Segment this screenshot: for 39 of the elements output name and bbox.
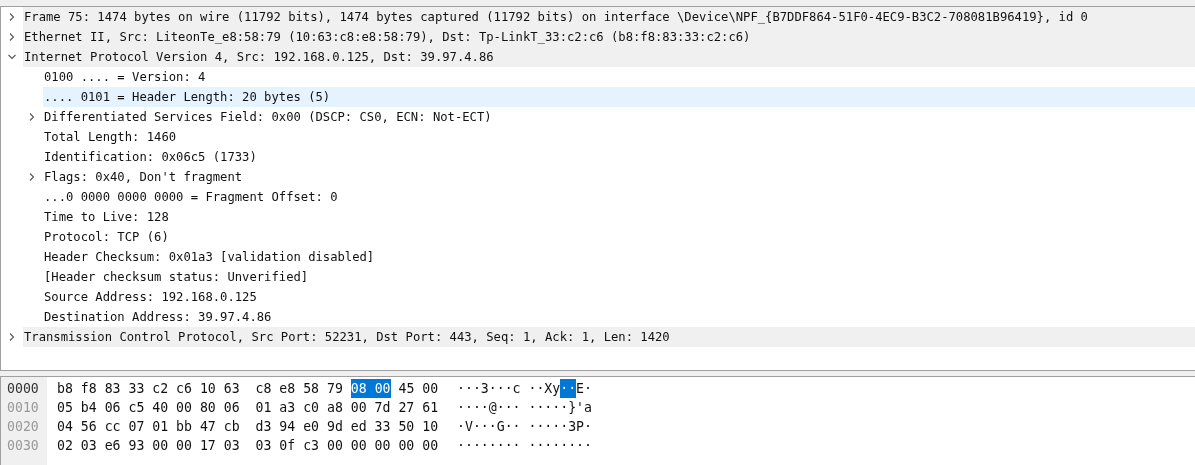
tree-item[interactable]: Differentiated Services Field: 0x00 (DSCP: CS0, ECN: Not-ECT) <box>43 107 1195 127</box>
hex-bytes[interactable]: 05 b4 06 c5 40 00 80 06 01 a3 c0 a8 00 7d 27 61 <box>57 398 439 417</box>
tree-item[interactable]: Internet Protocol Version 4, Src: 192.168.0.125, Dst: 39.97.4.86 <box>23 47 1195 67</box>
tree-item[interactable]: Identification: 0x06c5 (1733) <box>43 147 1195 167</box>
hex-bytes[interactable]: b8 f8 83 33 c2 c6 10 63 c8 e8 58 79 <box>57 379 343 398</box>
chevron-right-icon[interactable] <box>27 172 37 182</box>
tree-item[interactable]: [Header checksum status: Unverified] <box>43 267 1195 287</box>
hex-bytes[interactable]: 02 03 e6 93 00 00 17 03 03 0f c3 00 00 00 00 00 <box>57 436 439 455</box>
tree-item[interactable]: 0100 .... = Version: 4 <box>43 67 1195 87</box>
byte-offset: 0030 <box>7 437 40 455</box>
chevron-right-icon[interactable] <box>7 12 17 22</box>
ascii-text[interactable]: E· <box>576 379 592 398</box>
tree-item[interactable]: Flags: 0x40, Don't fragment <box>43 167 1195 187</box>
hex-bytes[interactable]: 45 00 <box>398 379 439 398</box>
chevron-right-icon[interactable] <box>27 112 37 122</box>
byte-offset: 0000 <box>7 380 40 398</box>
chevron-right-icon[interactable] <box>7 32 17 42</box>
byte-offset: 0010 <box>7 399 40 417</box>
tree-item[interactable]: Transmission Control Protocol, Src Port: 52231, Dst Port: 443, Seq: 1, Ack: 1, Len: 1420 <box>23 327 1195 347</box>
tree-item[interactable]: ...0 0000 0000 0000 = Fragment Offset: 0 <box>43 187 1195 207</box>
ascii-text[interactable]: ···3···c ··Xy <box>457 379 561 398</box>
ascii-text[interactable]: ········ ········ <box>457 436 592 455</box>
hex-bytes[interactable]: 04 56 cc 07 01 bb 47 cb d3 94 e0 9d ed 33 50 10 <box>57 417 439 436</box>
tree-item[interactable]: Destination Address: 39.97.4.86 <box>43 307 1195 327</box>
tree-item[interactable]: Protocol: TCP (6) <box>43 227 1195 247</box>
ascii-text[interactable]: ····@··· ·····}'a <box>457 398 592 417</box>
chevron-right-icon[interactable] <box>7 332 17 342</box>
chevron-down-icon[interactable] <box>7 52 17 62</box>
ascii-text[interactable]: ·V···G·· ·····3P· <box>457 417 592 436</box>
tree-item[interactable]: Frame 75: 1474 bytes on wire (11792 bits), 1474 bytes captured (11792 bits) on interface \Device\NPF_{B7DDF864-51F0-4EC9-B3C2-708081B96419}, id 0 <box>23 7 1195 27</box>
tree-item[interactable]: Source Address: 192.168.0.125 <box>43 287 1195 307</box>
tree-item[interactable]: Ethernet II, Src: LiteonTe_e8:58:79 (10:63:c8:e8:58:79), Dst: Tp-LinkT_33:c2:c6 (b8:f8:83:33:c2:c6) <box>23 27 1195 47</box>
tree-item[interactable]: Time to Live: 128 <box>43 207 1195 227</box>
hex-bytes[interactable]: 08 00 <box>350 379 391 398</box>
byte-offset: 0020 <box>7 418 40 436</box>
tree-item[interactable]: .... 0101 = Header Length: 20 bytes (5) <box>43 87 1195 107</box>
tree-item[interactable]: Header Checksum: 0x01a3 [validation disabled] <box>43 247 1195 267</box>
tree-item[interactable]: Total Length: 1460 <box>43 127 1195 147</box>
ascii-text[interactable]: ·· <box>560 379 577 398</box>
